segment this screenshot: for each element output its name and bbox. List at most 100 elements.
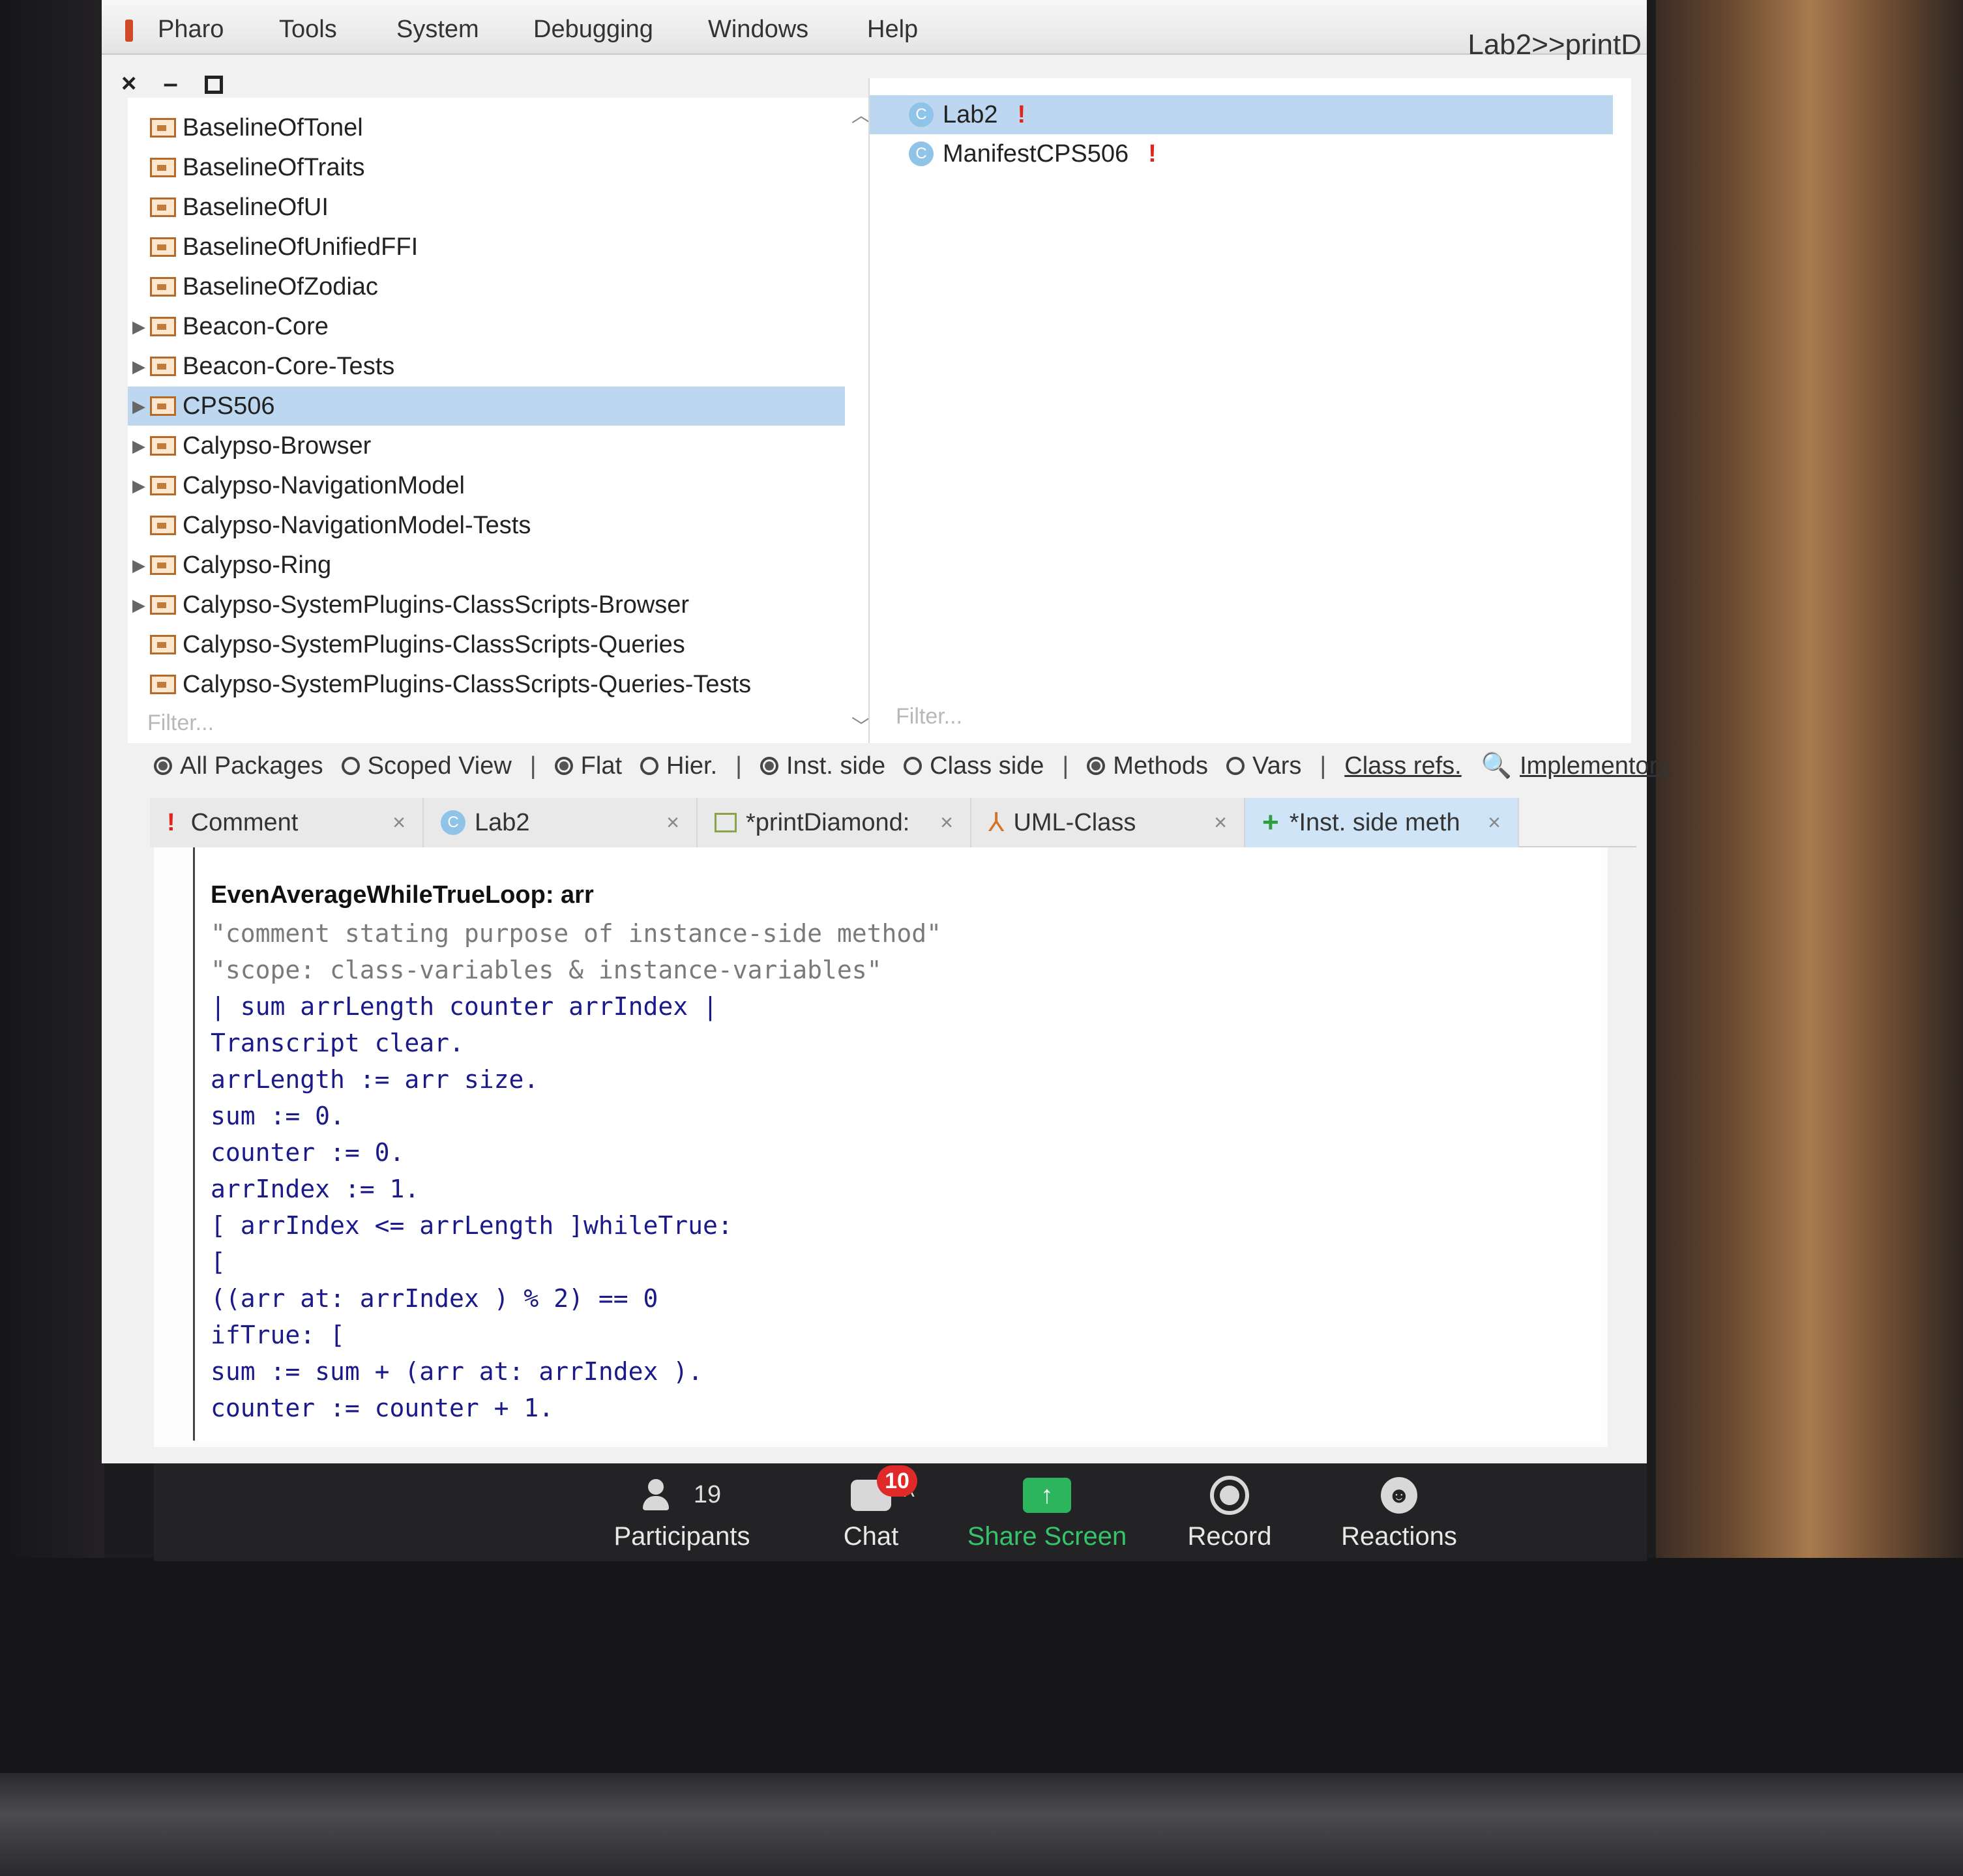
code-text-area[interactable]: EvenAverageWhileTrueLoop: arr "comment s… — [193, 847, 1601, 1441]
maximize-window-icon[interactable] — [204, 76, 223, 95]
expand-triangle-icon[interactable]: ▶ — [128, 317, 150, 337]
expand-triangle-icon[interactable]: ▶ — [128, 436, 150, 456]
code-line: "comment stating purpose of instance-sid… — [211, 919, 942, 948]
tab-label: Lab2 — [475, 808, 530, 836]
code-line: [ — [211, 1248, 226, 1276]
tab-print-diamond[interactable]: *printDiamond: × — [698, 798, 971, 847]
implementors-button[interactable]: 🔍 Implementors — [1481, 752, 1690, 780]
close-tab-icon[interactable]: × — [1472, 810, 1501, 836]
class-side-radio[interactable]: Class side — [904, 752, 1044, 780]
methods-radio[interactable]: Methods — [1087, 752, 1208, 780]
close-tab-icon[interactable]: × — [924, 810, 953, 836]
menu-pharo[interactable]: Pharo — [158, 16, 224, 44]
class-icon: C — [909, 141, 934, 166]
package-row[interactable]: Calypso-SystemPlugins-ClassScripts-Queri… — [128, 625, 845, 664]
expand-triangle-icon[interactable]: ▶ — [128, 357, 150, 377]
code-line: ((arr at: arrIndex ) % 2) == 0 — [211, 1284, 658, 1313]
pharo-logo-icon — [125, 20, 133, 42]
share-screen-button[interactable]: ↑ Share Screen — [956, 1463, 1138, 1561]
package-row[interactable]: BaselineOfUnifiedFFI — [128, 227, 845, 267]
package-filter-input[interactable]: Filter... — [147, 711, 214, 736]
code-editor[interactable]: EvenAverageWhileTrueLoop: arr "comment s… — [154, 847, 1608, 1447]
package-row-selected[interactable]: ▶ CPS506 — [128, 387, 845, 426]
package-name: BaselineOfZodiac — [183, 272, 378, 300]
editor-tabs: ! Comment × C Lab2 × *printDiamond: × ⅄ … — [150, 798, 1636, 847]
tab-label: *printDiamond: — [746, 808, 910, 836]
minimize-window-icon[interactable]: – — [163, 69, 177, 98]
package-row[interactable]: ▶ Calypso-Ring — [128, 546, 845, 585]
menu-tools[interactable]: Tools — [279, 16, 337, 44]
chat-icon: 10 — [851, 1465, 917, 1511]
package-name: BaselineOfTraits — [183, 153, 365, 181]
separator: | — [1062, 752, 1069, 780]
package-name: Calypso-SystemPlugins-ClassScripts-Brows… — [183, 591, 690, 619]
participants-button[interactable]: 19 Participants — [597, 1463, 767, 1561]
reactions-button[interactable]: ☻ Reactions — [1321, 1463, 1477, 1561]
class-list[interactable]: C Lab2 ! C ManifestCPS506 ! Filter... — [868, 78, 1631, 743]
close-tab-icon[interactable]: × — [651, 810, 679, 836]
code-line: ifTrue: [ — [211, 1321, 345, 1349]
package-row[interactable]: ▶ Calypso-NavigationModel — [128, 466, 845, 505]
record-icon-group — [1210, 1474, 1249, 1517]
package-folder-icon — [150, 595, 176, 615]
record-button[interactable]: Record — [1158, 1463, 1301, 1561]
package-row[interactable]: ▶ Calypso-Browser — [128, 426, 845, 465]
package-row[interactable]: Calypso-SystemPlugins-ClassScripts-Queri… — [128, 665, 845, 704]
close-tab-icon[interactable]: × — [1198, 810, 1227, 836]
class-row-selected[interactable]: C Lab2 ! — [870, 95, 1613, 134]
package-row[interactable]: ▶ Beacon-Core-Tests — [128, 347, 845, 386]
expand-triangle-icon[interactable]: ▶ — [128, 396, 150, 417]
package-name: BaselineOfUnifiedFFI — [183, 233, 419, 261]
reaction-smiley-icon: ☻ — [1381, 1476, 1417, 1514]
package-row[interactable]: BaselineOfZodiac — [128, 267, 845, 306]
menu-help[interactable]: Help — [867, 16, 918, 44]
tab-inst-side-method[interactable]: + *Inst. side meth × — [1245, 798, 1519, 847]
separator: | — [1320, 752, 1327, 780]
radio-off-icon — [640, 757, 659, 775]
package-row[interactable]: ▶ Beacon-Core — [128, 307, 845, 346]
people-icon — [642, 1478, 688, 1512]
close-tab-icon[interactable]: × — [377, 810, 406, 836]
share-screen-label: Share Screen — [967, 1521, 1127, 1551]
package-row[interactable]: ▶ Calypso-SystemPlugins-ClassScripts-Bro… — [128, 585, 845, 624]
class-refs-link[interactable]: Class refs. — [1344, 752, 1461, 780]
separator: | — [735, 752, 743, 780]
menu-windows[interactable]: Windows — [708, 16, 808, 44]
class-icon: C — [441, 810, 465, 835]
share-screen-icon: ↑ — [1023, 1477, 1071, 1513]
menu-debugging[interactable]: Debugging — [533, 16, 653, 44]
window-controls: × – — [121, 69, 243, 98]
package-row[interactable]: Calypso-NavigationModel-Tests — [128, 506, 845, 545]
class-row[interactable]: C ManifestCPS506 ! — [870, 134, 1613, 173]
all-packages-radio[interactable]: All Packages — [154, 752, 323, 780]
inst-side-radio[interactable]: Inst. side — [760, 752, 885, 780]
package-folder-icon — [150, 357, 176, 376]
package-name: BaselineOfUI — [183, 193, 329, 221]
flat-radio[interactable]: Flat — [554, 752, 622, 780]
expand-triangle-icon[interactable]: ▶ — [128, 595, 150, 615]
expand-triangle-icon[interactable]: ▶ — [128, 476, 150, 496]
hier-radio[interactable]: Hier. — [640, 752, 717, 780]
package-row[interactable]: BaselineOfUI — [128, 188, 845, 227]
class-filter-input[interactable]: Filter... — [896, 704, 962, 729]
scoped-view-radio[interactable]: Scoped View — [341, 752, 512, 780]
methods-label: Methods — [1113, 752, 1209, 780]
expand-triangle-icon[interactable]: ▶ — [128, 555, 150, 576]
tab-comment[interactable]: ! Comment × — [150, 798, 424, 847]
code-line: counter := 0. — [211, 1138, 405, 1167]
package-name: Calypso-NavigationModel-Tests — [183, 511, 531, 539]
package-name: Calypso-NavigationModel — [183, 471, 465, 499]
code-line: sum := sum + (arr at: arrIndex ). — [211, 1357, 703, 1386]
tab-uml-class[interactable]: ⅄ UML-Class × — [971, 798, 1245, 847]
menu-bar: Pharo Tools System Debugging Windows Hel… — [102, 0, 1647, 61]
vars-radio[interactable]: Vars — [1226, 752, 1301, 780]
package-row[interactable]: BaselineOfTraits — [128, 148, 845, 187]
package-list[interactable]: BaselineOfTonel BaselineOfTraits Baselin… — [128, 98, 871, 743]
chat-unread-badge: 10 — [877, 1465, 917, 1497]
participants-label: Participants — [613, 1521, 750, 1551]
menu-system[interactable]: System — [396, 16, 479, 44]
chat-button[interactable]: 10 Chat — [806, 1463, 936, 1561]
close-window-icon[interactable]: × — [121, 69, 136, 98]
package-row[interactable]: BaselineOfTonel — [128, 108, 845, 147]
tab-lab2[interactable]: C Lab2 × — [424, 798, 698, 847]
